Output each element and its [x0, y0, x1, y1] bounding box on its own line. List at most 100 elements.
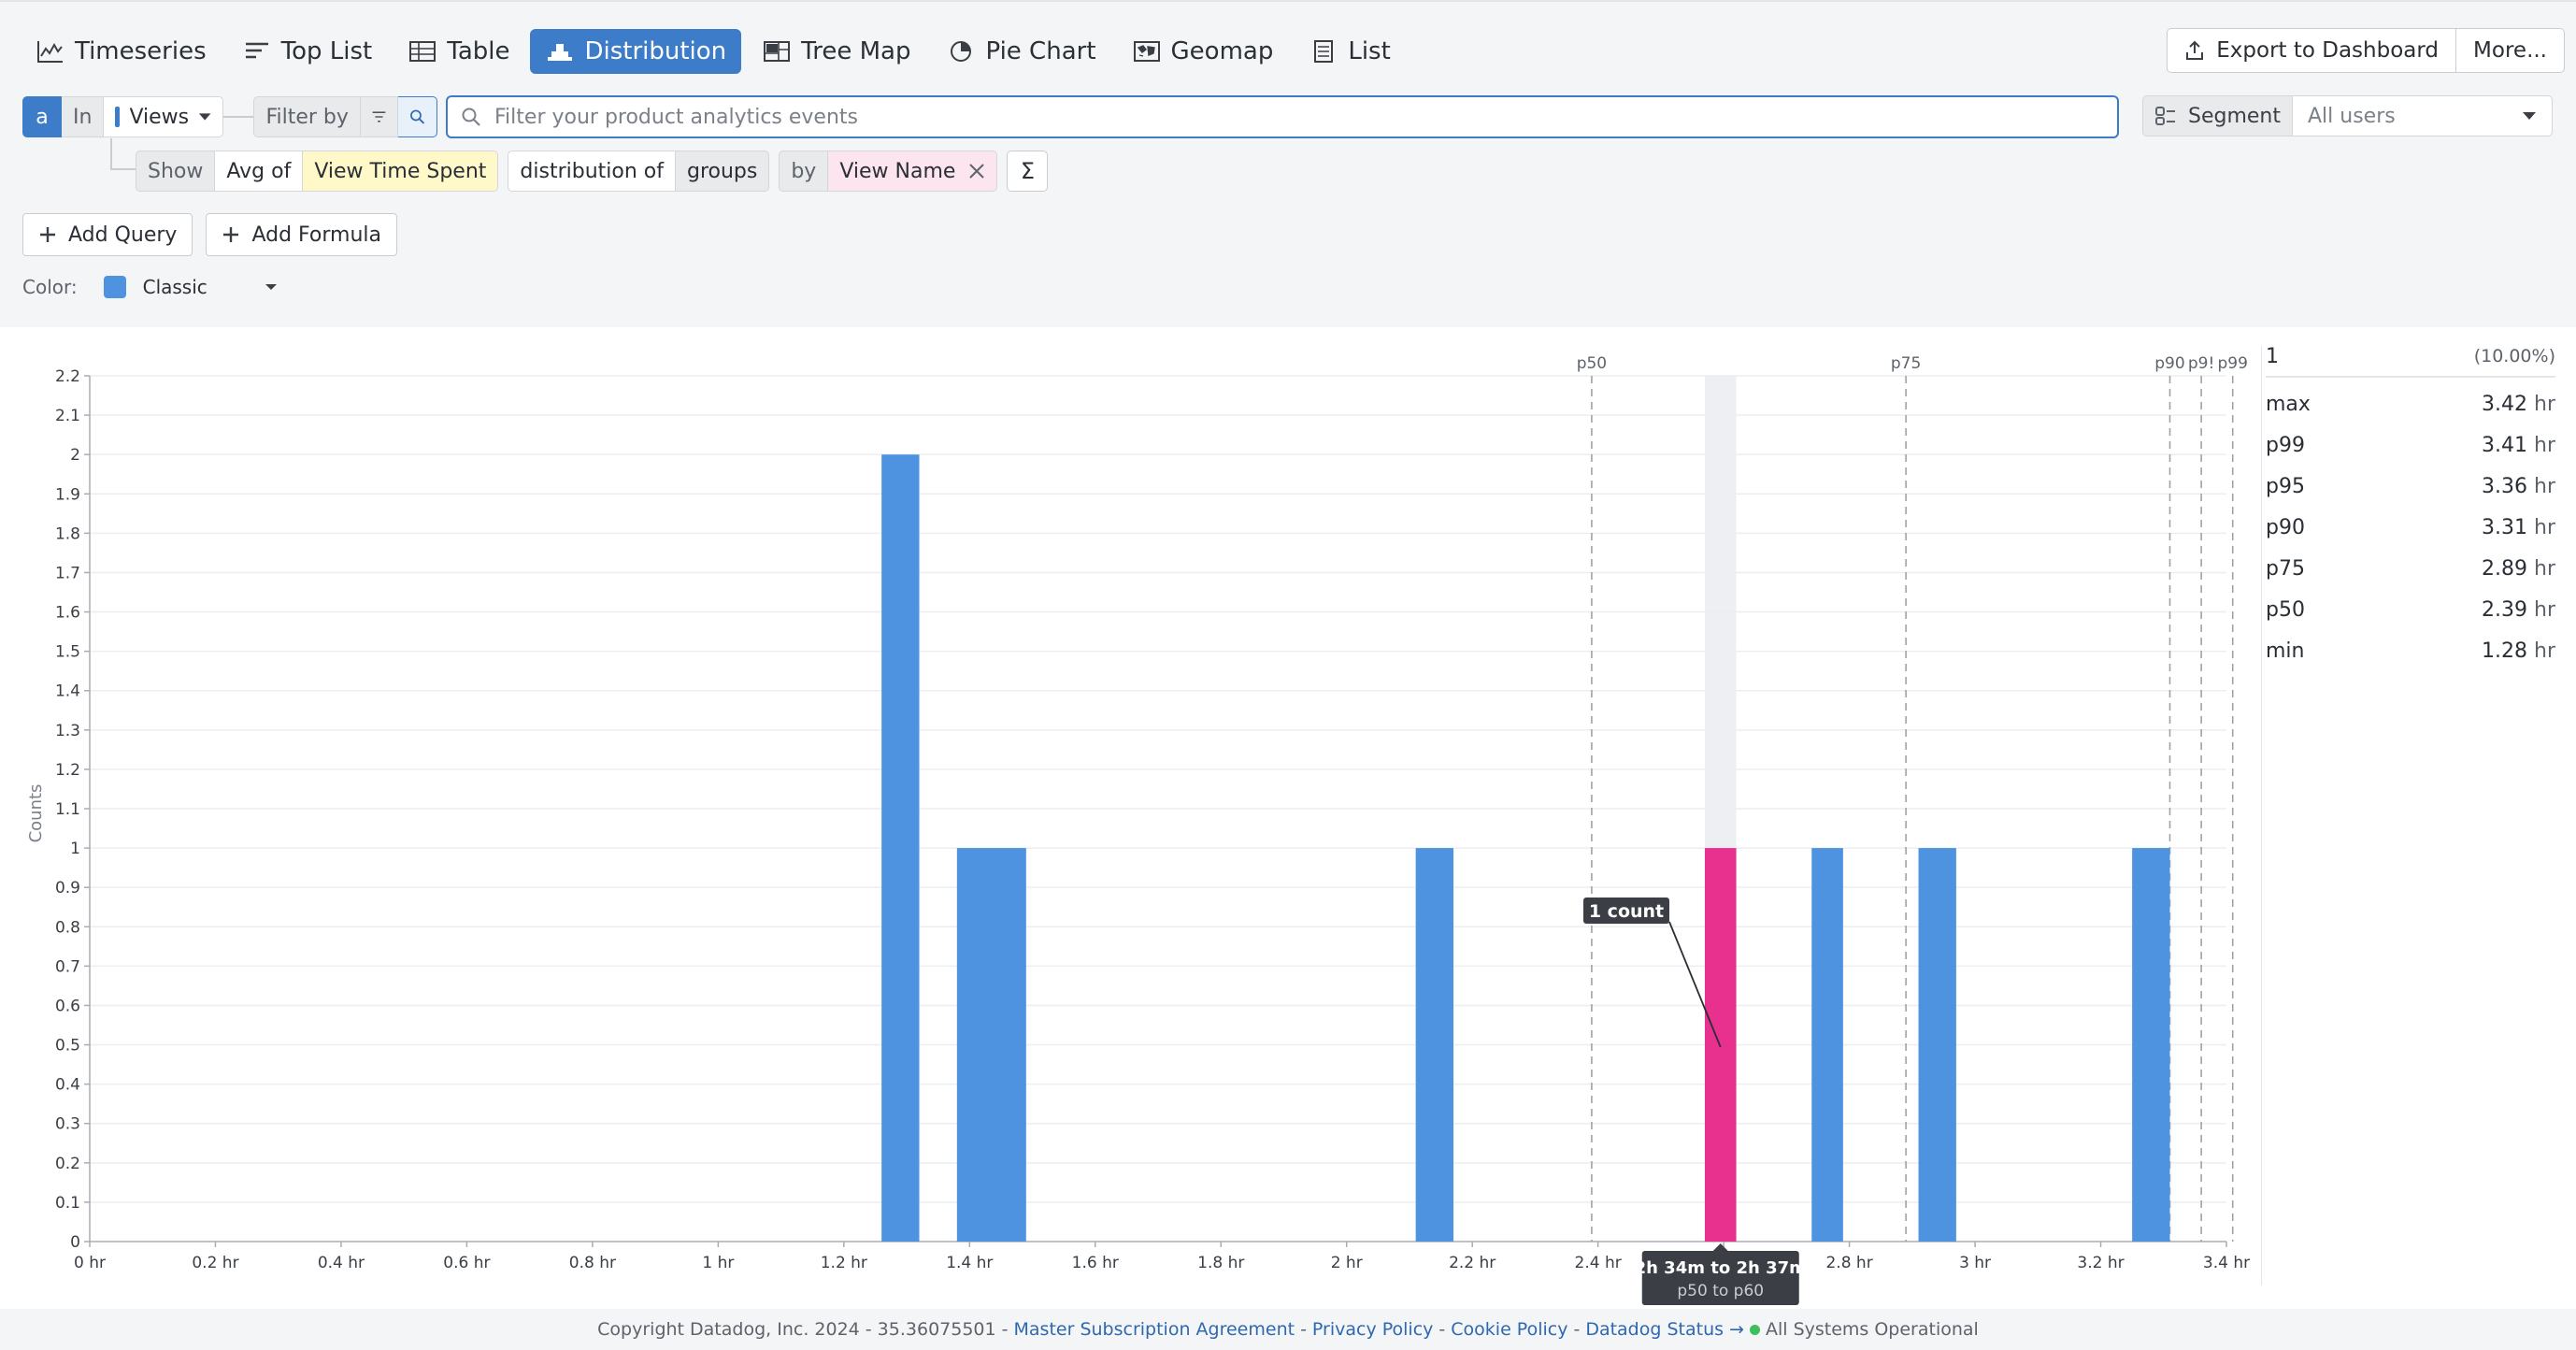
footer-link-cookie[interactable]: Cookie Policy	[1451, 1319, 1567, 1340]
filter-icon	[372, 111, 386, 122]
y-tick-label: 1.8	[55, 524, 80, 543]
distribution-select[interactable]: groups	[675, 151, 770, 192]
x-tick-label: 2.2 hr	[1449, 1254, 1496, 1272]
tab-table[interactable]: Table	[393, 29, 524, 74]
tab-geomap[interactable]: Geomap	[1117, 29, 1289, 74]
y-tick-label: 1	[70, 840, 80, 858]
search-field[interactable]	[446, 95, 2119, 138]
legend-stat-p90: p90 3.31 hr	[2266, 507, 2555, 548]
connector-line	[110, 168, 136, 170]
visualization-toolbar: Timeseries Top List Table Distribution Tree …	[0, 0, 2576, 101]
legend-stat-max: max 3.42 hr	[2266, 383, 2555, 424]
chart-panel: 0 0.1 0.2 0.3 0.4 0.5 0.6 0.7 0.8 0.9 1 1.1 1.2 1.3 1.…	[0, 327, 2576, 1309]
more-button[interactable]: More...	[2456, 28, 2565, 73]
add-row: Add Query Add Formula	[22, 213, 397, 256]
group-by: by View Name	[779, 151, 998, 192]
x-tick-label: 2.8 hr	[1825, 1254, 1872, 1272]
stat-name: p50	[2266, 597, 2305, 622]
tab-list[interactable]: List	[1294, 29, 1405, 74]
stat-value: 3.41	[2482, 433, 2527, 457]
query-row: a In Views Filter by	[22, 95, 437, 138]
y-tick-label: 2.1	[55, 407, 80, 425]
tab-pie-chart[interactable]: Pie Chart	[931, 29, 1110, 74]
close-icon[interactable]	[968, 163, 985, 180]
footer-link-privacy[interactable]: Privacy Policy	[1312, 1319, 1433, 1340]
tab-label: Pie Chart	[985, 37, 1096, 65]
filter-by-label: Filter by	[253, 96, 361, 137]
stat-value-wrap: 3.36 hr	[2482, 475, 2555, 498]
tab-label: Top List	[280, 37, 373, 65]
search-input[interactable]	[494, 105, 2083, 129]
legend-stat-p95: p95 3.36 hr	[2266, 466, 2555, 507]
tab-distribution[interactable]: Distribution	[530, 29, 742, 74]
separator: -	[1438, 1319, 1446, 1340]
add-query-button[interactable]: Add Query	[22, 213, 193, 256]
add-formula-button[interactable]: Add Formula	[206, 213, 397, 256]
y-tick-label: 1.6	[55, 604, 80, 623]
color-row: Color: Classic	[22, 273, 278, 301]
y-tick-label: 0.2	[55, 1155, 80, 1173]
group-by-tag[interactable]: View Name	[828, 151, 998, 192]
color-swatch	[103, 276, 126, 298]
status-text: All Systems Operational	[1765, 1319, 1979, 1340]
segment-select[interactable]: All users	[2293, 95, 2553, 136]
stat-unit: hr	[2534, 639, 2555, 663]
legend-stat-p75: p75 2.89 hr	[2266, 548, 2555, 589]
x-tick-label: 1.4 hr	[946, 1254, 993, 1272]
segment-value: All users	[2308, 104, 2396, 128]
tab-top-list[interactable]: Top List	[227, 29, 388, 74]
filter-options-button[interactable]	[360, 96, 398, 137]
query-letter[interactable]: a	[22, 96, 62, 137]
footer: Copyright Datadog, Inc. 2024 - 35.360755…	[0, 1309, 2576, 1350]
y-tick-label: 0.1	[55, 1194, 80, 1213]
range-tooltip-arrow	[1712, 1243, 1728, 1251]
footer-link-msa[interactable]: Master Subscription Agreement	[1014, 1319, 1295, 1340]
aggregation-select[interactable]: Avg of	[215, 151, 304, 192]
x-tick-label: 0.4 hr	[318, 1254, 365, 1272]
y-tick-label: 1.2	[55, 761, 80, 780]
bar	[956, 848, 1026, 1242]
export-label: Export to Dashboard	[2216, 38, 2440, 63]
by-label: by	[779, 151, 829, 192]
x-tick-label: 2 hr	[1331, 1254, 1363, 1272]
stat-value-wrap: 3.41 hr	[2482, 434, 2555, 457]
legend-header[interactable]: 1 (10.00%)	[2266, 337, 2555, 378]
y-tick-label: 0.4	[55, 1076, 80, 1095]
y-tick-label: 0	[70, 1233, 80, 1252]
stat-name: max	[2266, 392, 2311, 416]
source-select[interactable]: Views	[104, 96, 224, 137]
stat-value: 3.42	[2482, 392, 2527, 416]
y-tick-label: 1.7	[55, 564, 80, 582]
plus-icon	[223, 227, 239, 242]
tab-timeseries[interactable]: Timeseries	[21, 29, 222, 74]
search-mode-button[interactable]	[397, 96, 437, 137]
y-axis-label: Counts	[26, 784, 46, 843]
distribution-chart: 0 0.1 0.2 0.3 0.4 0.5 0.6 0.7 0.8 0.9 1 1.1 1.2 1.3 1.…	[26, 346, 2262, 1305]
y-tick-label: 1.1	[55, 800, 80, 819]
color-palette-value[interactable]: Classic	[143, 276, 265, 298]
search-icon	[462, 108, 480, 126]
percentile-label: p9!	[2188, 354, 2214, 373]
search-icon	[409, 109, 425, 124]
stat-value: 2.89	[2482, 556, 2527, 581]
measure-select[interactable]: View Time Spent	[303, 151, 499, 192]
x-tick-label: 0.2 hr	[192, 1254, 238, 1272]
tab-tree-map[interactable]: Tree Map	[747, 29, 925, 74]
export-to-dashboard-button[interactable]: Export to Dashboard	[2167, 28, 2457, 73]
tree-map-icon	[762, 38, 792, 65]
list-icon	[1309, 38, 1338, 65]
footer-link-status[interactable]: Datadog Status →	[1585, 1319, 1744, 1340]
group-by-value: View Name	[839, 159, 956, 183]
x-tick-label: 2.4 hr	[1575, 1254, 1622, 1272]
stat-unit: hr	[2534, 515, 2555, 539]
x-tick-label: 3.4 hr	[2203, 1254, 2250, 1272]
functions-button[interactable]: Σ	[1007, 151, 1049, 192]
x-tick-label: 0.8 hr	[569, 1254, 616, 1272]
highlighted-bar	[1704, 848, 1737, 1242]
x-tick-label: 3 hr	[1959, 1254, 1991, 1272]
export-icon	[2186, 40, 2204, 60]
stat-unit: hr	[2534, 597, 2555, 622]
x-tick-label: 1.2 hr	[821, 1254, 867, 1272]
percentile-label: p99	[2218, 354, 2248, 373]
chevron-down-icon[interactable]	[265, 283, 278, 291]
